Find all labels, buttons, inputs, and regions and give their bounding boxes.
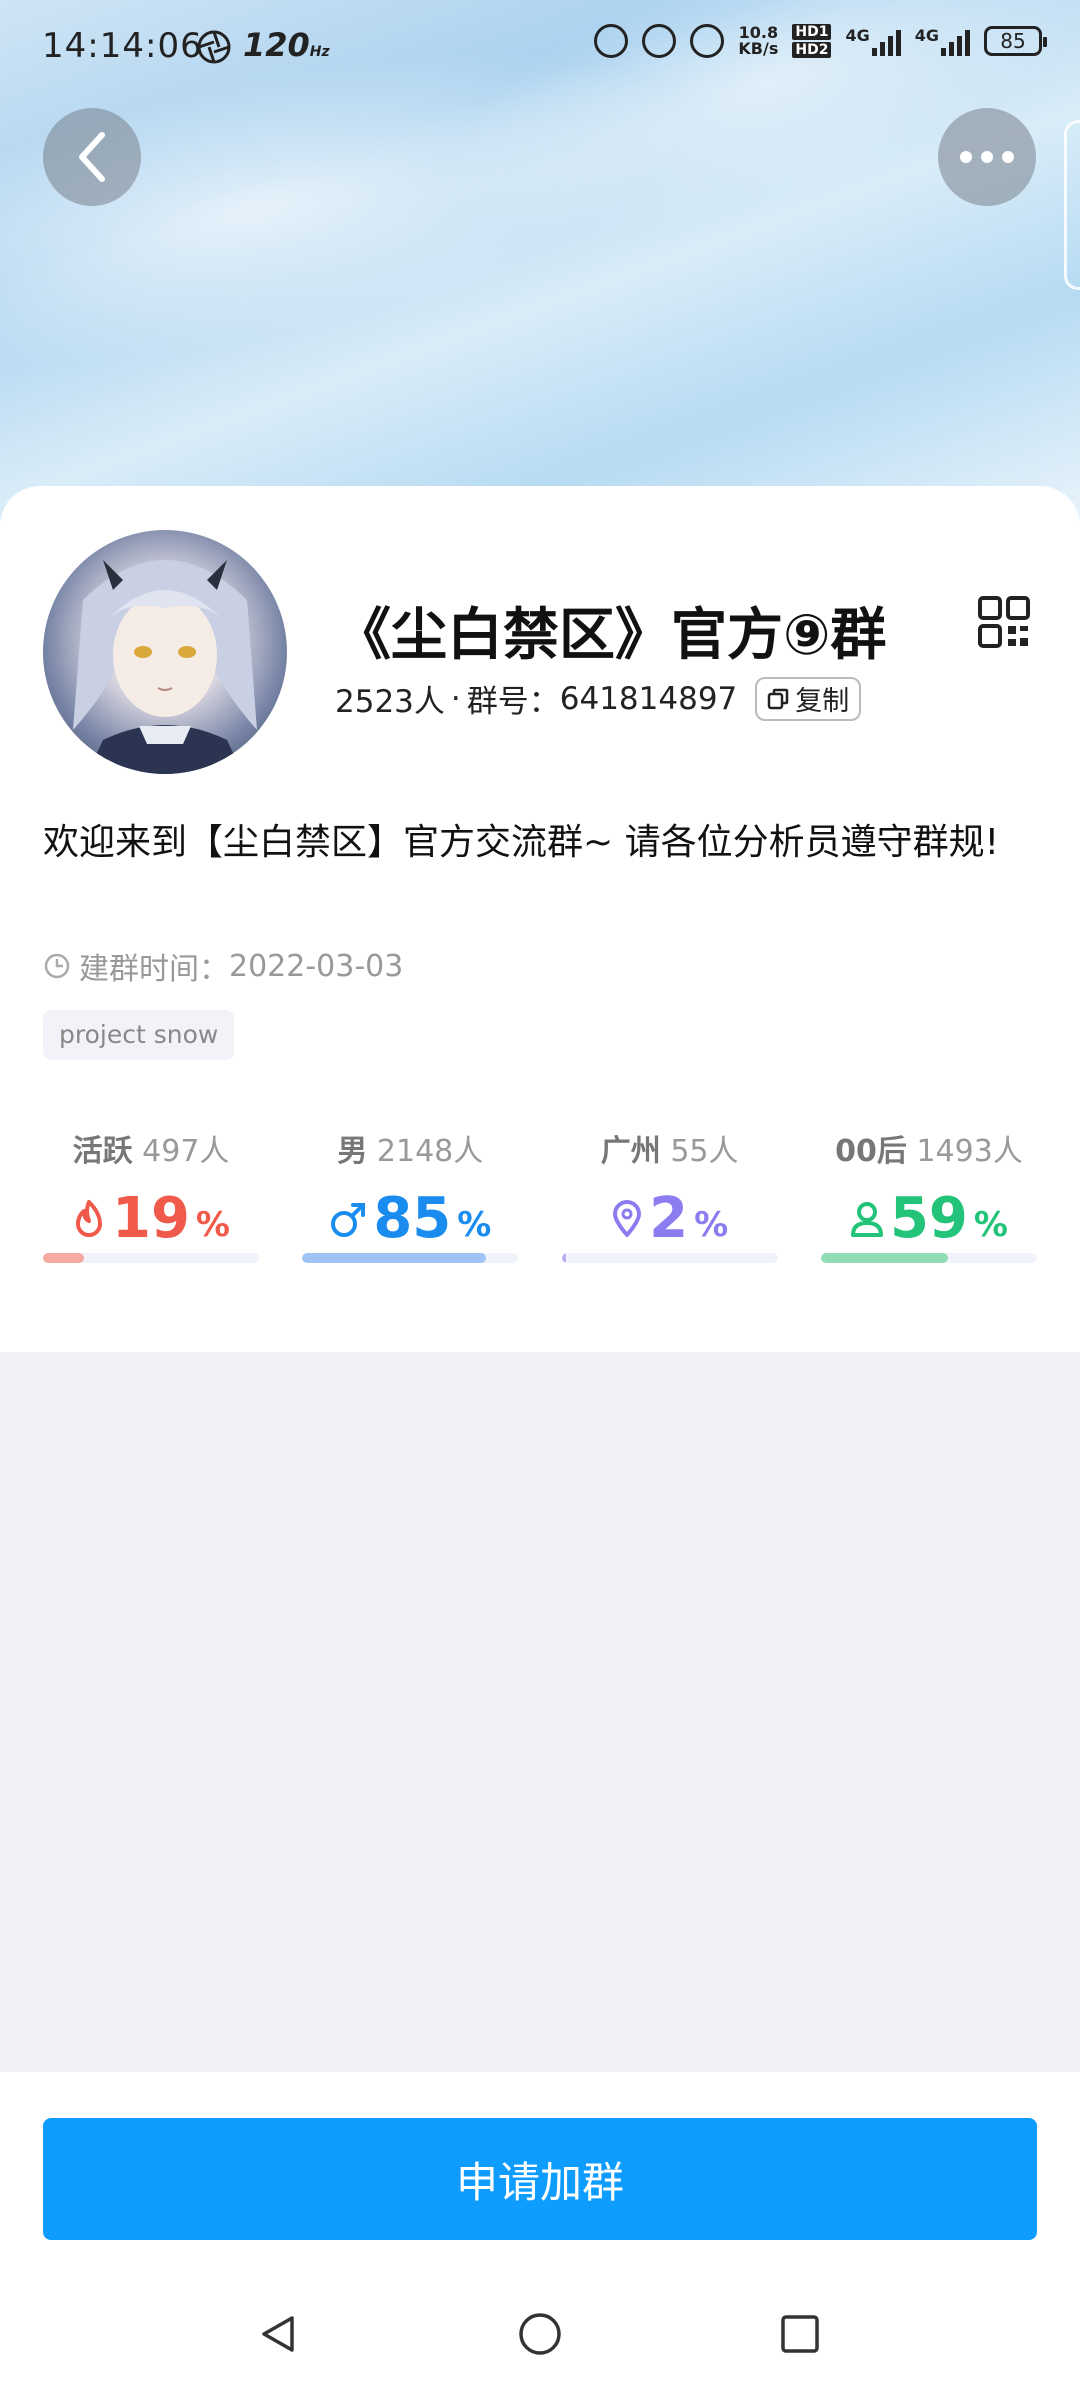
hd1-icon: HD1 (792, 24, 832, 40)
group-stats: 活跃 497人 19% 男 2148人 85% 广州 55人 2% 00后 14… (43, 1126, 1037, 1266)
stat-count: 2148人 (376, 1134, 484, 1169)
stat-header: 男 2148人 (302, 1126, 518, 1170)
stat-value: 19% (43, 1186, 259, 1251)
stat-unit: % (973, 1205, 1008, 1245)
side-drawer-handle[interactable] (1064, 120, 1080, 290)
stat-percent: 85 (373, 1186, 452, 1251)
group-id-label: 群号： (466, 684, 560, 720)
member-count: 2523人 (335, 684, 445, 720)
stat-label: 00后 (835, 1134, 907, 1169)
stat-header: 广州 55人 (562, 1126, 778, 1170)
group-tag[interactable]: project snow (43, 1010, 235, 1060)
meta-separator: · (450, 680, 461, 717)
stat-label: 广州 (600, 1134, 661, 1169)
hd-icons: HD1 HD2 (792, 24, 832, 58)
stat-bar-track (561, 1253, 778, 1263)
stat-value: 85% (302, 1186, 518, 1251)
stat-bar-track (43, 1253, 259, 1263)
more-horizontal-icon (960, 151, 1014, 163)
chevron-left-icon (79, 132, 105, 182)
stat-unit: % (694, 1205, 729, 1245)
stat-count: 55人 (670, 1134, 739, 1169)
stat-percent: 59 (889, 1186, 968, 1251)
stat-bar-fill (302, 1253, 486, 1263)
group-avatar (43, 530, 287, 774)
signal-bars-icon (871, 26, 901, 56)
join-group-button[interactable]: 申请加群 (43, 2118, 1037, 2240)
created-date: 2022-03-03 (229, 948, 404, 984)
stat-count: 497人 (142, 1134, 230, 1169)
person-icon (850, 1201, 883, 1237)
copy-button[interactable]: 复制 (755, 676, 862, 721)
refresh-rate-label: 120Hz (243, 26, 330, 64)
network-type-2: 4G (914, 26, 939, 45)
stat-bar-fill (820, 1253, 949, 1263)
stat-value: 2% (562, 1186, 778, 1251)
stat-unit: % (195, 1205, 230, 1245)
flame-icon (75, 1199, 102, 1237)
created-label: 建群时间： (79, 952, 229, 987)
group-info-card: 《尘白禁区》官方⑨群 2523人 · 群号： 641814897 复制 欢迎来到… (0, 486, 1080, 1352)
avatar-illustration (73, 560, 257, 774)
nav-back-icon[interactable] (256, 2312, 300, 2356)
back-button[interactable] (43, 108, 141, 206)
stat-active[interactable]: 活跃 497人 19% (43, 1126, 259, 1266)
copy-label: 复制 (795, 686, 850, 717)
data-saver-icon (594, 24, 629, 58)
signal-2: 4G (915, 26, 970, 56)
group-description: 欢迎来到【尘白禁区】官方交流群~ 请各位分析员遵守群规! (43, 822, 1000, 863)
stat-gender[interactable]: 男 2148人 85% (302, 1126, 519, 1266)
stat-label: 男 (337, 1134, 368, 1169)
qr-code-icon[interactable] (978, 596, 1030, 648)
group-meta: 2523人 · 群号： 641814897 复制 (335, 676, 862, 721)
alarm-icon (690, 24, 725, 58)
group-id: 641814897 (559, 680, 738, 717)
signal-bars-icon (941, 26, 970, 56)
stat-percent: 19 (111, 1186, 190, 1251)
stat-bar-fill (561, 1253, 566, 1263)
copy-icon (768, 688, 789, 709)
location-pin-icon (613, 1199, 642, 1237)
aperture-icon (195, 28, 233, 70)
stat-location[interactable]: 广州 55人 2% (561, 1126, 778, 1266)
stat-bar-track (820, 1253, 1037, 1263)
stat-bar-track (302, 1253, 519, 1263)
clock-icon (44, 953, 70, 979)
stat-age[interactable]: 00后 1493人 59% (820, 1126, 1037, 1266)
stat-bar-fill (43, 1253, 85, 1263)
stat-header: 00后 1493人 (821, 1126, 1037, 1170)
stat-percent: 2 (649, 1186, 689, 1251)
hotspot-icon (642, 24, 677, 58)
network-speed: 10.8 KB/s (738, 23, 779, 58)
status-right-group: 10.8 KB/s HD1 HD2 4G 4G 85 (594, 23, 1047, 58)
stat-label: 活跃 (72, 1134, 133, 1169)
status-bar: 14:14:06 120Hz 10.8 KB/s HD1 HD2 4G 4G 85 (0, 0, 1080, 96)
stat-header: 活跃 497人 (43, 1126, 259, 1170)
signal-1: 4G (845, 26, 901, 56)
stat-count: 1493人 (916, 1134, 1023, 1169)
nav-recents-icon[interactable] (778, 2312, 822, 2356)
created-date-row: 建群时间： 2022-03-03 (43, 944, 403, 988)
male-icon (331, 1202, 366, 1237)
more-button[interactable] (938, 108, 1036, 206)
system-nav-bar (0, 2290, 1080, 2400)
network-type-1: 4G (845, 26, 870, 45)
group-title: 《尘白禁区》官方⑨群 (335, 603, 887, 668)
nav-home-icon[interactable] (518, 2312, 562, 2356)
stat-unit: % (457, 1205, 492, 1245)
battery-icon: 85 (984, 26, 1047, 56)
stat-value: 59% (821, 1186, 1037, 1251)
status-time: 14:14:06 (42, 26, 203, 66)
hd2-icon: HD2 (792, 42, 832, 58)
